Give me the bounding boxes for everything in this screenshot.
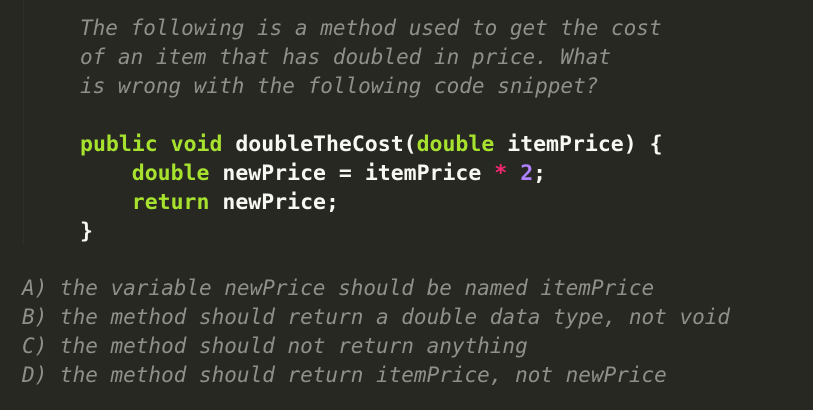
question-line-2: of an item that has doubled in price. Wh…	[80, 45, 612, 69]
keyword-public: public	[80, 132, 158, 157]
keyword-return: return	[131, 190, 210, 215]
code-line-assignment: double newPrice = itemPrice * 2;	[80, 159, 546, 188]
semicolon: ;	[533, 161, 547, 186]
method-name: doubleTheCost	[235, 132, 404, 157]
answer-d: D) the method should return itemPrice, n…	[22, 363, 667, 387]
number-literal: 2	[520, 161, 534, 186]
param-type: double	[416, 132, 495, 157]
question-line-1: The following is a method used to get th…	[80, 16, 662, 40]
answer-a: A) the variable newPrice should be named…	[22, 276, 655, 300]
code-line-close-brace: }	[80, 217, 93, 246]
local-type: double	[131, 161, 210, 186]
open-paren: (	[403, 132, 417, 157]
close-brace: }	[80, 219, 93, 244]
local-var-name: newPrice	[222, 161, 326, 186]
answer-c: C) the method should not return anything	[22, 334, 528, 358]
code-editor-screen: The following is a method used to get th…	[0, 0, 813, 410]
assign-operator: =	[338, 161, 352, 186]
operand: itemPrice	[364, 161, 482, 186]
close-paren-brace: ) {	[623, 132, 663, 157]
code-line-return: return newPrice;	[80, 188, 339, 217]
keyword-void: void	[170, 132, 223, 157]
indent-guide	[23, 0, 24, 244]
return-value: newPrice;	[222, 190, 339, 215]
code-line-method-signature: public void doubleTheCost(double itemPri…	[80, 130, 663, 159]
answer-b: B) the method should return a double dat…	[22, 305, 731, 329]
question-line-3: is wrong with the following code snippet…	[80, 74, 599, 98]
multiply-operator: *	[494, 161, 508, 186]
param-name: itemPrice	[507, 132, 624, 157]
